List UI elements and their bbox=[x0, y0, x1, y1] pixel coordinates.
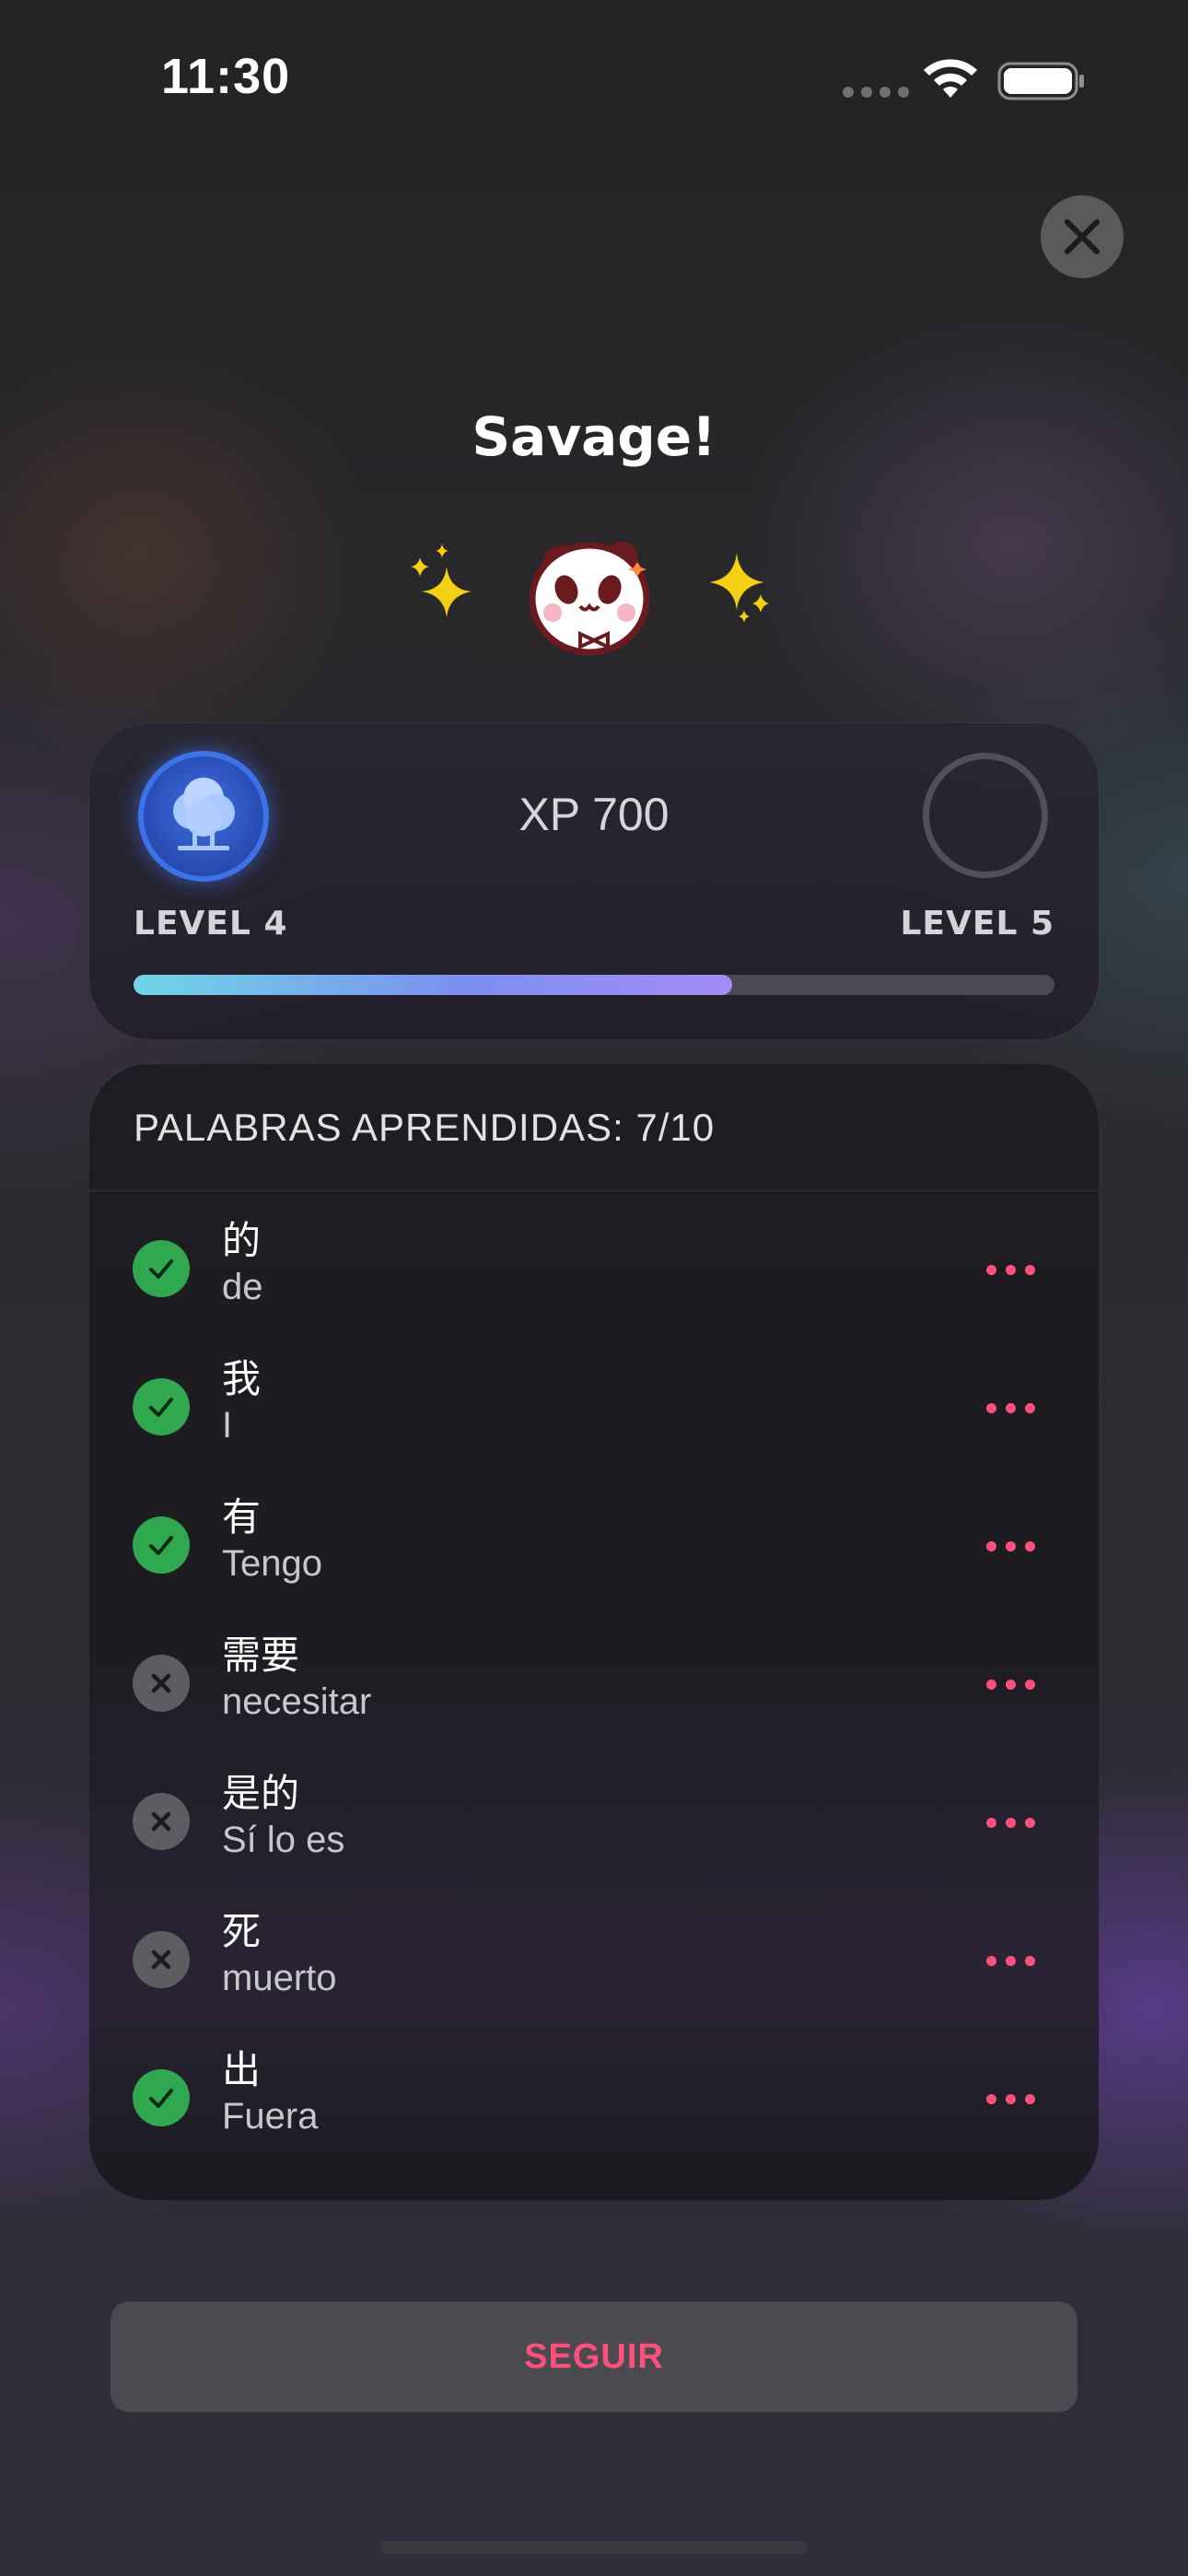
learned-status bbox=[133, 1516, 190, 1574]
word-row: 我I bbox=[89, 1329, 1099, 1468]
word-translation: muerto bbox=[222, 1958, 337, 1998]
word-translation: Sí lo es bbox=[222, 1820, 345, 1860]
more-options-button[interactable] bbox=[986, 1811, 1045, 1833]
more-icon bbox=[986, 1402, 996, 1413]
cellular-signal-icon bbox=[843, 87, 909, 98]
level-progress-card: XP 700 LEVEL 4 LEVEL 5 bbox=[89, 723, 1099, 1039]
learned-words-card: PALABRAS APRENDIDAS: 7/10 的 de 我 I 有 Tengo 需要 n… bbox=[89, 1064, 1099, 2200]
learned-status bbox=[133, 1378, 190, 1435]
close-icon bbox=[1065, 219, 1100, 254]
word-chinese: 我 bbox=[222, 1356, 262, 1401]
word-chinese: 是的 bbox=[222, 1771, 300, 1816]
word-chinese: 死 bbox=[222, 1909, 262, 1954]
check-icon bbox=[149, 1259, 173, 1279]
word-chinese: 有 bbox=[222, 1494, 262, 1540]
word-row: 需要 necesitar bbox=[89, 1606, 1099, 1744]
more-options-button[interactable] bbox=[986, 1950, 1045, 1972]
missed-status bbox=[133, 1655, 190, 1712]
word-translation: I bbox=[222, 1405, 233, 1446]
learned-words-header: PALABRAS APRENDIDAS: 7/10 bbox=[89, 1064, 1099, 1191]
learned-status bbox=[133, 1240, 190, 1297]
more-icon bbox=[986, 1264, 996, 1275]
home-indicator bbox=[380, 2541, 808, 2554]
level-progress-bar bbox=[134, 975, 1054, 995]
word-row: 的 de bbox=[89, 1191, 1099, 1329]
more-options-button[interactable] bbox=[986, 1673, 1045, 1695]
more-icon bbox=[986, 2093, 996, 2104]
missed-status bbox=[133, 1793, 190, 1850]
check-icon bbox=[149, 2089, 173, 2108]
more-options-button[interactable] bbox=[986, 1397, 1045, 1419]
word-row: 死 muerto bbox=[89, 1882, 1099, 2020]
word-row: 是的 Sí lo es bbox=[89, 1744, 1099, 1882]
battery-icon bbox=[997, 62, 1084, 100]
word-translation: necesitar bbox=[222, 1681, 372, 1722]
word-translation: de bbox=[222, 1267, 263, 1307]
x-icon bbox=[151, 1673, 171, 1693]
sparkle-icon bbox=[411, 544, 472, 617]
level-progress-fill bbox=[134, 975, 732, 995]
word-row: 出 Fuera bbox=[89, 2020, 1099, 2159]
wifi-icon bbox=[924, 59, 977, 98]
continue-button[interactable]: SEGUIR bbox=[111, 2301, 1077, 2412]
word-chinese: 出 bbox=[222, 2047, 262, 2092]
more-icon bbox=[986, 1540, 996, 1551]
more-options-button[interactable] bbox=[986, 1535, 1045, 1557]
word-translation: Fuera bbox=[222, 2096, 319, 2137]
x-icon bbox=[151, 1811, 171, 1832]
word-chinese: 需要 bbox=[222, 1633, 300, 1678]
next-level-label: LEVEL 5 bbox=[900, 905, 1054, 943]
word-row: 有 Tengo bbox=[89, 1468, 1099, 1606]
check-icon bbox=[149, 1398, 173, 1417]
current-level-label: LEVEL 4 bbox=[134, 905, 288, 943]
learned-status bbox=[133, 2069, 190, 2126]
word-chinese: 的 bbox=[222, 1218, 262, 1263]
more-icon bbox=[986, 1955, 996, 1966]
word-list: 的 de 我 I 有 Tengo 需要 necesitar 是的 Sí lo es 死 muerto 出… bbox=[89, 1191, 1099, 2159]
word-translation: Tengo bbox=[222, 1543, 322, 1584]
page-title: Savage! bbox=[472, 405, 716, 468]
next-level-badge bbox=[923, 753, 1048, 878]
missed-status bbox=[133, 1931, 190, 1988]
more-options-button[interactable] bbox=[986, 2088, 1045, 2110]
more-icon bbox=[986, 1817, 996, 1828]
panda-mascot bbox=[529, 542, 650, 656]
sparkle-icon bbox=[709, 553, 769, 623]
status-time: 11:30 bbox=[161, 49, 291, 104]
celebration-mascot bbox=[411, 542, 769, 656]
more-icon bbox=[986, 1679, 996, 1690]
more-options-button[interactable] bbox=[986, 1259, 1045, 1281]
check-icon bbox=[149, 1536, 173, 1555]
x-icon bbox=[151, 1950, 171, 1970]
close-button[interactable] bbox=[1041, 195, 1124, 278]
